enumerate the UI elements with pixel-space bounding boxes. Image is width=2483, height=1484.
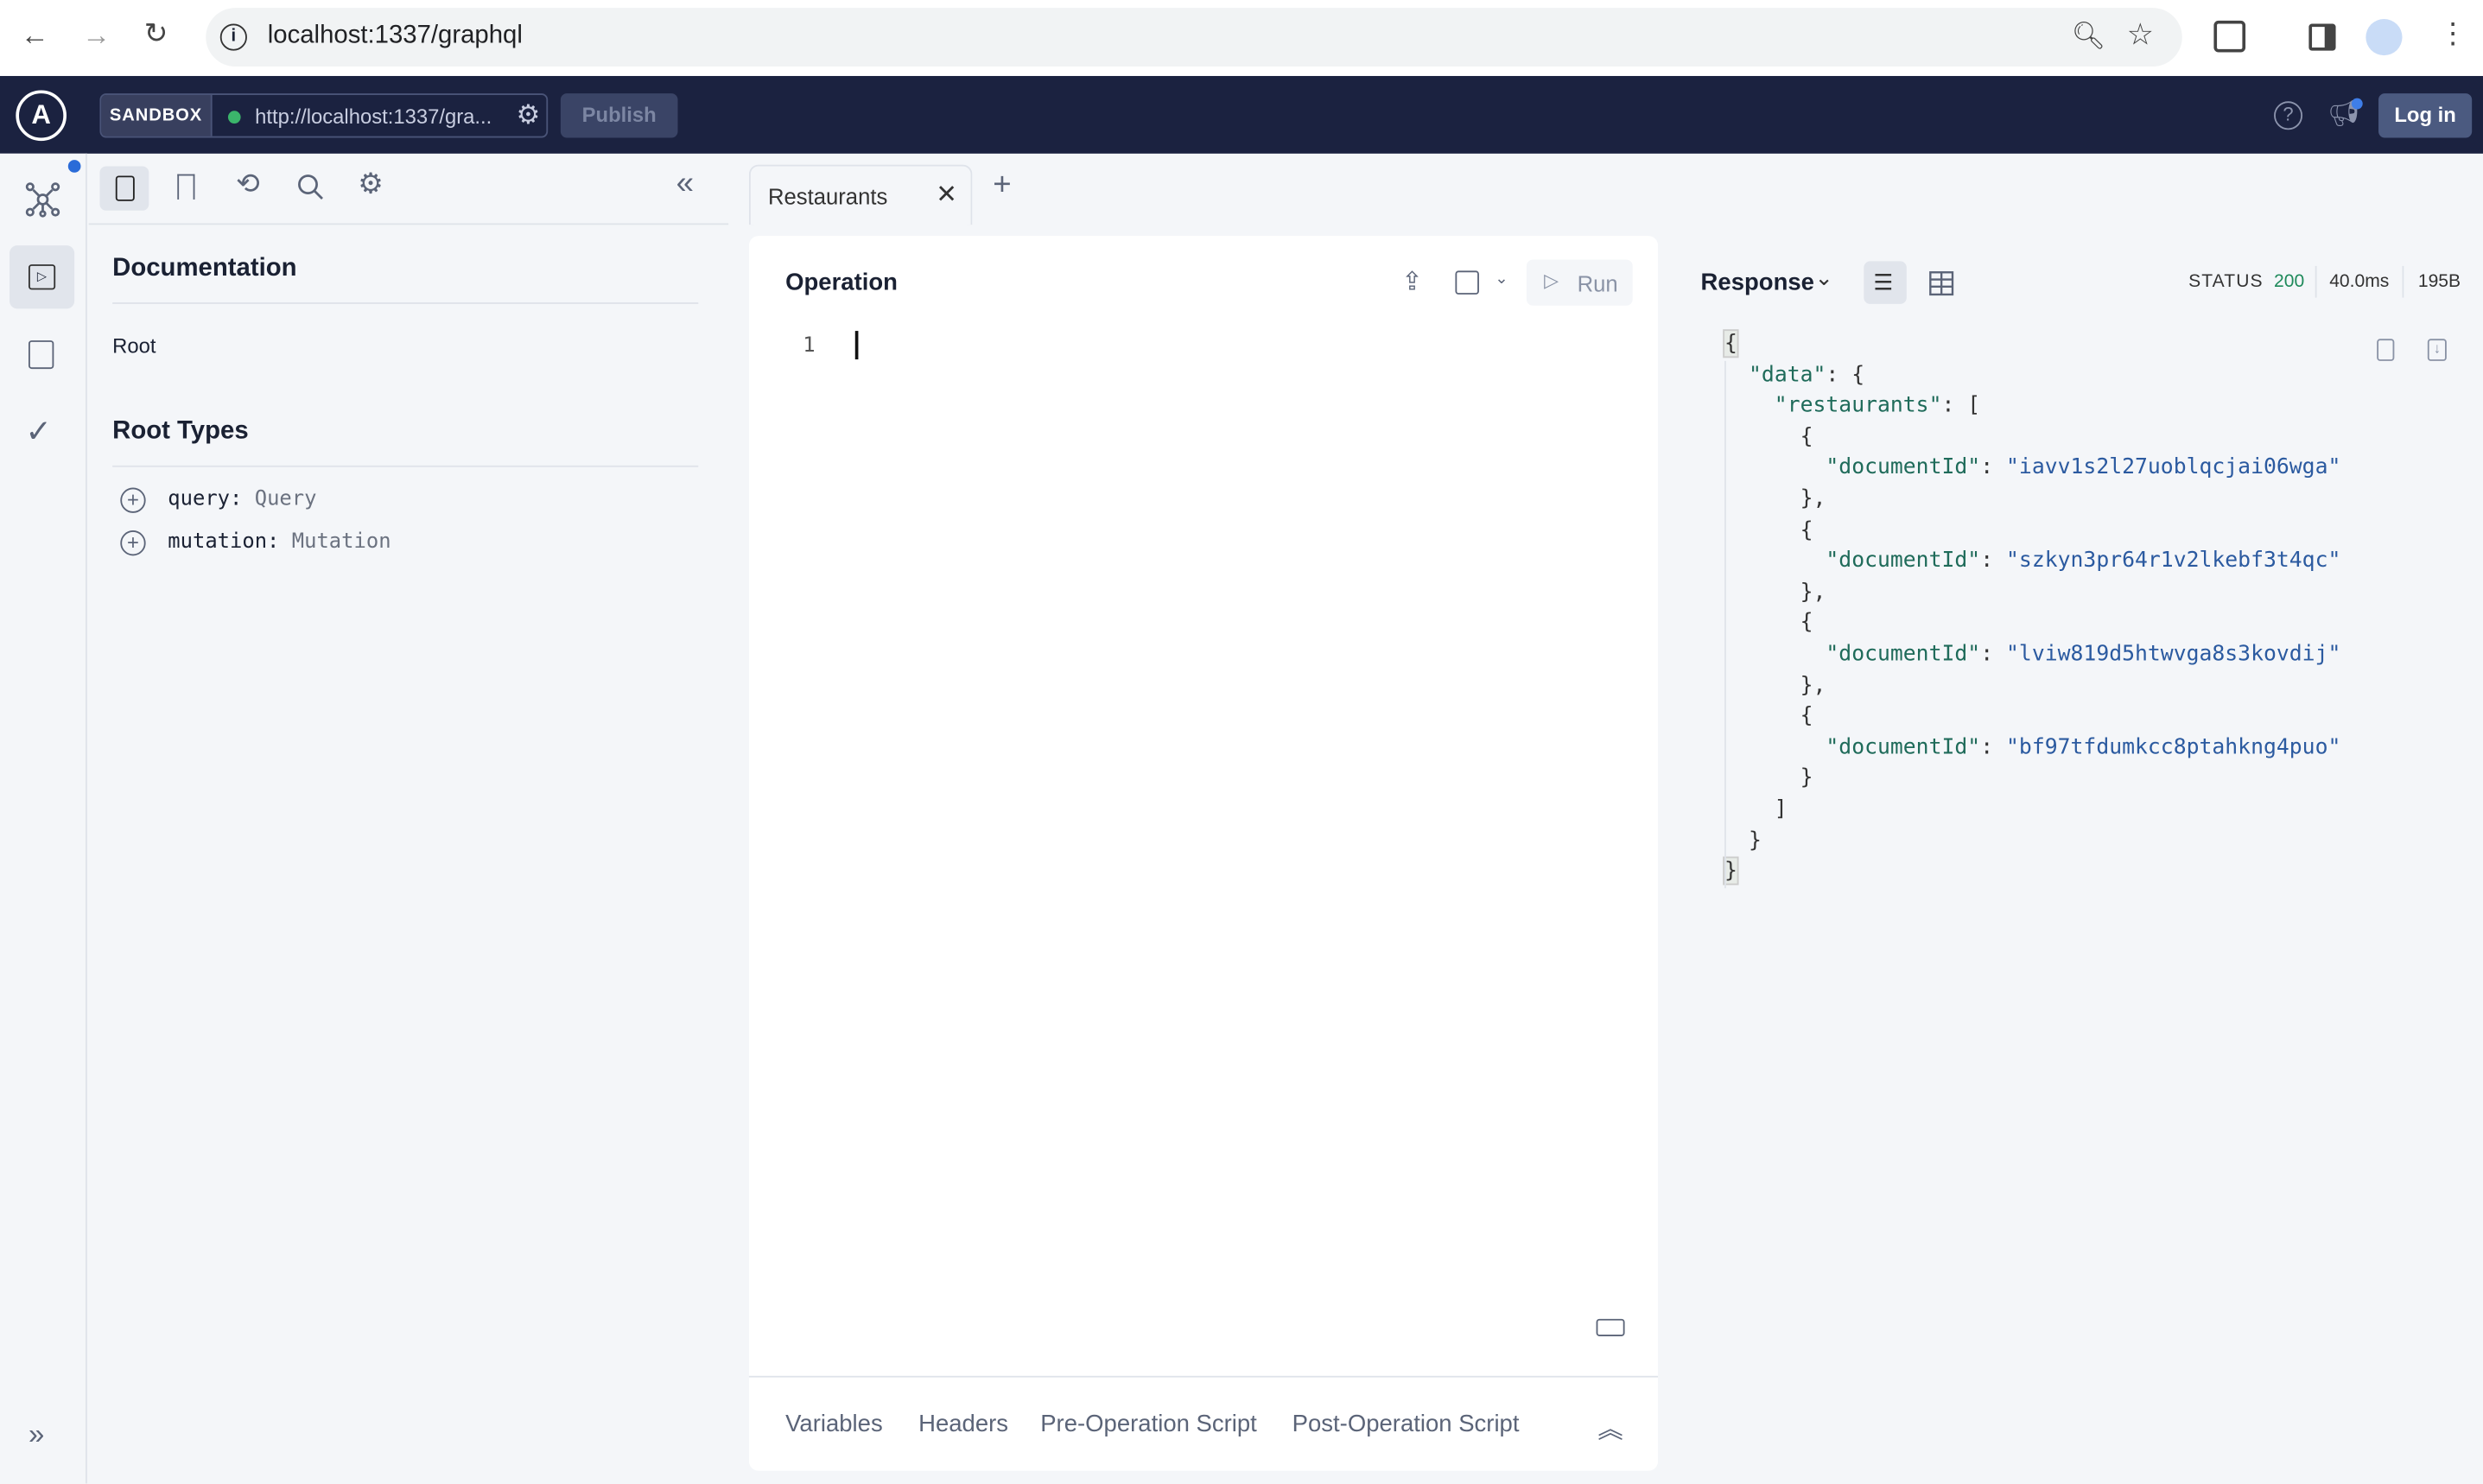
json-key: "documentId" (1826, 733, 1981, 760)
text-cursor (854, 331, 859, 360)
search-icon[interactable] (296, 173, 325, 201)
operation-title: Operation (785, 269, 898, 296)
menu-icon[interactable]: ⋮ (2439, 17, 2467, 50)
settings-icon[interactable]: ⚙ (358, 168, 384, 200)
url-text[interactable]: localhost:1337/graphql (268, 22, 523, 51)
collapse-panel-icon[interactable]: « (676, 166, 694, 202)
response-title[interactable]: Response (1701, 270, 1814, 296)
endpoint-settings-icon[interactable]: ⚙ (517, 99, 541, 131)
schema-graph-icon[interactable] (23, 181, 61, 219)
response-json[interactable]: { "data": { "restaurants": [ { "document… (1723, 329, 2340, 887)
documentation-panel: ⟲ ⚙ « Documentation Root Root Types + qu… (88, 154, 729, 1484)
run-label: Run (1577, 270, 1618, 296)
save-dropdown-icon[interactable]: ⌄ (1495, 270, 1508, 288)
play-icon: ▷ (1544, 269, 1559, 292)
apollo-logo[interactable]: A (16, 90, 67, 142)
tab-headers[interactable]: Headers (918, 1411, 1008, 1437)
response-time: 40.0ms (2329, 272, 2390, 292)
endpoint-selector[interactable]: SANDBOX http://localhost:1337/gra... ⚙ (99, 93, 549, 138)
table-view-icon[interactable] (1928, 270, 1954, 296)
tab-pre-operation-script[interactable]: Pre-Operation Script (1040, 1411, 1257, 1437)
document-id-value: bf97tfdumkcc8ptahkng4puo (2018, 733, 2328, 760)
save-icon[interactable] (1455, 270, 1479, 295)
docs-breadcrumb[interactable]: Root (112, 334, 156, 358)
help-icon[interactable]: ? (2274, 101, 2303, 130)
line-number: 1 (803, 333, 816, 358)
response-panel: Response ⌄ ☰ STATUS 200 40.0ms 195B ↓ { … (1679, 236, 2483, 1483)
query-editor[interactable] (831, 315, 1658, 1313)
bookmark-star-icon[interactable]: ☆ (2127, 17, 2154, 54)
extensions-icon[interactable] (2213, 20, 2246, 53)
new-tab-button[interactable]: + (993, 168, 1011, 204)
document-icon (115, 175, 135, 201)
address-bar[interactable]: i localhost:1337/graphql 🔍︎ ☆ (206, 8, 2182, 67)
connection-status-dot (227, 111, 241, 124)
document-id-value: szkyn3pr64r1v2lkebf3t4qc (2018, 548, 2328, 574)
notification-dot (2351, 98, 2363, 110)
docs-title: Documentation (112, 255, 297, 282)
text-lines-icon: ☰ (1873, 269, 1894, 295)
notification-dot (67, 160, 81, 173)
tab-post-operation-script[interactable]: Post-Operation Script (1292, 1411, 1520, 1437)
field-name: query: (168, 487, 243, 512)
status-label: STATUS (2188, 272, 2264, 292)
field-type[interactable]: Query (255, 488, 317, 511)
docs-tab[interactable] (99, 166, 149, 211)
json-key: "documentId" (1826, 454, 1981, 481)
play-icon: ▷ (28, 264, 56, 290)
expand-bottom-panel-icon[interactable]: ︽ (1597, 1407, 1623, 1445)
profile-avatar[interactable] (2366, 18, 2403, 56)
download-icon[interactable]: ↓ (2427, 339, 2447, 361)
json-view-button[interactable]: ☰ (1864, 261, 1907, 304)
response-size: 195B (2417, 272, 2461, 292)
response-dropdown-icon[interactable]: ⌄ (1815, 264, 1834, 291)
close-tab-icon[interactable]: ✕ (936, 179, 957, 211)
publish-button[interactable]: Publish (560, 93, 678, 138)
document-id-value: lviw819d5htwvga8s3kovdij (2018, 641, 2328, 667)
site-info-icon[interactable]: i (219, 23, 247, 51)
tab-variables[interactable]: Variables (785, 1411, 883, 1437)
json-key: "data" (1749, 361, 1826, 388)
history-icon[interactable]: ⟲ (236, 168, 260, 200)
checks-icon[interactable]: ✓ (25, 412, 52, 452)
endpoint-url[interactable]: http://localhost:1337/gra... (255, 105, 492, 128)
tab-label: Restaurants (767, 183, 888, 209)
field-type[interactable]: Mutation (292, 530, 391, 554)
forward-icon[interactable]: → (82, 19, 111, 52)
run-button[interactable]: ▷ Run (1526, 259, 1633, 306)
browser-toolbar: ← → ↻ i localhost:1337/graphql 🔍︎ ☆ ⋮ (0, 0, 2483, 76)
back-icon[interactable]: ← (21, 19, 49, 52)
root-types-title: Root Types (112, 417, 249, 446)
bookmark-icon[interactable] (177, 174, 195, 200)
add-field-icon[interactable]: + (120, 530, 146, 556)
operation-panel: Operation ⇪ ⌄ ▷ Run 1 Variables Headers … (748, 236, 1659, 1471)
collections-icon[interactable] (28, 340, 54, 370)
app-header: A SANDBOX http://localhost:1337/gra... ⚙… (0, 75, 2483, 154)
copy-icon[interactable] (2377, 339, 2395, 361)
field-name: mutation: (168, 530, 280, 555)
reload-icon[interactable]: ↻ (144, 17, 168, 50)
tab-restaurants[interactable]: Restaurants ✕ (748, 164, 973, 225)
add-field-icon[interactable]: + (120, 487, 146, 513)
keyboard-shortcuts-icon[interactable] (1596, 1318, 1625, 1336)
explorer-nav[interactable]: ▷ (9, 245, 75, 309)
json-key: "documentId" (1826, 641, 1981, 667)
login-button[interactable]: Log in (2378, 93, 2473, 138)
share-icon[interactable]: ⇪ (1401, 266, 1423, 298)
json-key: "documentId" (1826, 548, 1981, 574)
sandbox-badge: SANDBOX (101, 94, 213, 136)
status-code: 200 (2274, 272, 2305, 292)
document-id-value: iavv1s2l27uoblqcjai06wga (2018, 454, 2328, 481)
json-key: "restaurants" (1774, 392, 1942, 419)
side-panel-icon[interactable] (2308, 23, 2336, 51)
zoom-icon[interactable]: 🔍︎ (2071, 21, 2105, 53)
nav-rail: ▷ ✓ » (0, 153, 87, 1484)
expand-rail-icon[interactable]: » (29, 1418, 44, 1451)
